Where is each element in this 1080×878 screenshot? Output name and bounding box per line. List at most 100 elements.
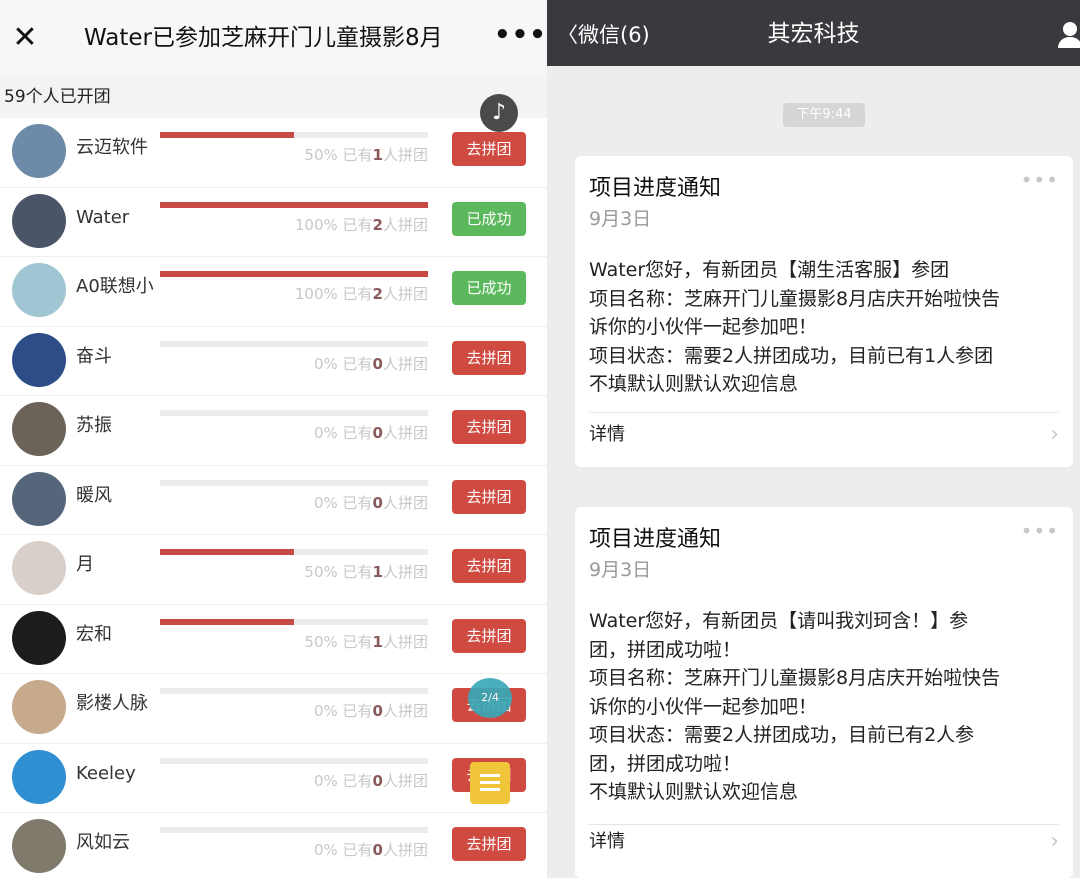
avatar [12,819,66,873]
avatar [12,749,66,804]
user-name: 暖风 [76,484,112,506]
progress-track [160,201,428,208]
chat-header: 〈微信(6) 其宏科技 [547,0,1080,66]
avatar [12,332,66,387]
message-line: 项目状态：需要2人拼团成功，目前已有2人参 [589,724,975,746]
success-button[interactable]: 已成功 [452,201,526,236]
detail-link[interactable]: 详情 [589,422,625,448]
member-count: 0 [372,771,383,790]
user-name: Keeley [76,762,136,784]
progress-prefix: 已有 [342,285,373,303]
message-more-icon[interactable]: ••• [1021,170,1059,190]
progress-percent: 50% [304,632,338,651]
progress-suffix: 人拼团 [382,215,428,234]
progress-text: 0% 已有0人拼团 [160,839,428,861]
progress-text: 50% 已有1人拼团 [160,561,428,583]
progress-percent: 0% [313,493,338,512]
progress-text: 0% 已有0人拼团 [160,770,428,792]
user-name: Water [76,206,130,228]
message-line: 团，拼团成功啦！ [589,638,742,661]
progress-text: 0% 已有0人拼团 [160,492,428,514]
avatar [12,193,66,248]
progress-fill [160,271,428,277]
close-x-icon[interactable]: ✕ [10,20,40,56]
message-card[interactable]: 项目进度通知 ••• 9月3日 Water您好，有新团员【请叫我刘珂含！】参 团… [575,507,1073,878]
progress-track [160,271,428,277]
progress-track [160,410,428,416]
music-note-icon[interactable]: ♪ [480,94,518,132]
message-date: 9月3日 [589,559,652,581]
progress-track [160,618,428,625]
message-body: Water您好，有新团员【请叫我刘珂含！】参 团，拼团成功啦！ 项目名称：芝麻开… [589,607,1059,807]
message-line: 团，拼团成功啦！ [589,752,742,775]
progress-fill [160,618,294,625]
progress-prefix: 已有 [342,702,373,720]
success-button[interactable]: 已成功 [452,271,526,305]
join-group-button[interactable]: 去拼团 [452,549,526,583]
progress-track [160,549,428,555]
list-item: 奋斗 0% 已有0人拼团 去拼团 [0,327,547,396]
progress-percent: 0% [313,702,338,720]
list-item: 暖风 0% 已有0人拼团 去拼团 [0,466,547,535]
progress-text: 100% 已有2人拼团 [160,214,428,236]
join-group-button[interactable]: 去拼团 [452,827,526,861]
join-group-button[interactable]: 去拼团 [452,479,526,514]
progress-prefix: 已有 [342,563,373,581]
progress-suffix: 人拼团 [382,563,428,581]
chat-bubble-label: 2/4 [481,691,499,704]
progress-percent: 0% [313,354,338,373]
user-name: A0联想小 [76,276,154,297]
progress-percent: 0% [313,841,338,859]
progress-text: 50% 已有1人拼团 [160,631,428,653]
progress-fill [160,132,294,138]
message-line: Water您好，有新团员【请叫我刘珂含！】参 [589,610,969,632]
progress-prefix: 已有 [342,146,373,164]
user-name: 奋斗 [76,345,112,367]
join-group-button[interactable]: 去拼团 [452,618,526,653]
right-panel: 〈微信(6) 其宏科技 下午9:44 项目进度通知 ••• 9月3日 Water… [547,0,1080,878]
progress-text: 0% 已有0人拼团 [160,700,428,722]
avatar [12,471,66,526]
document-icon[interactable] [470,762,510,804]
message-body: Water您好，有新团员【潮生活客服】参团 项目名称：芝麻开门儿童摄影8月店庆开… [589,256,1059,399]
list-item: 影楼人脉0% 已有0人拼团去拼团 [0,674,547,744]
progress-track [160,479,428,486]
progress-percent: 100% [294,215,338,234]
join-group-button[interactable]: 去拼团 [452,132,526,166]
message-line: 项目名称：芝麻开门儿童摄影8月店庆开始啦快告 [589,287,1001,310]
member-count: 0 [372,702,383,720]
chat-title: 其宏科技 [767,21,860,47]
progress-track [160,757,428,764]
progress-suffix: 人拼团 [382,146,428,164]
progress-percent: 100% [294,285,338,303]
avatar [12,610,66,665]
progress-percent: 0% [313,771,338,790]
progress-percent: 0% [313,424,338,442]
member-count: 1 [372,632,383,651]
progress-text: 100% 已有2人拼团 [160,283,428,305]
person-icon[interactable] [1055,22,1080,52]
message-title: 项目进度通知 [589,527,722,552]
progress-prefix: 已有 [342,841,373,859]
avatar [12,124,66,178]
group-count-bar: 59个人已开团 [0,76,547,118]
detail-link[interactable]: 详情 [589,829,625,855]
list-item: A0联想小 100% 已有2人拼团 已成功 [0,257,547,327]
join-group-button[interactable]: 去拼团 [452,410,526,444]
group-count-text: 59个人已开团 [4,87,111,107]
progress-text: 0% 已有0人拼团 [160,353,428,375]
chat-bubble-icon[interactable]: 2/4 [468,678,512,718]
progress-suffix: 人拼团 [382,702,428,720]
join-group-button[interactable]: 去拼团 [452,340,526,375]
more-dots-icon[interactable]: ••• [494,20,546,56]
list-item: 风如云 0% 已有0人拼团 去拼团 [0,813,547,878]
progress-percent: 50% [304,563,338,581]
list-item: Water 100% 已有2人拼团 已成功 [0,188,547,257]
progress-suffix: 人拼团 [382,285,428,303]
progress-track [160,132,428,138]
progress-prefix: 已有 [342,493,373,512]
message-card[interactable]: 项目进度通知 ••• 9月3日 Water您好，有新团员【潮生活客服】参团 项目… [575,156,1073,467]
progress-suffix: 人拼团 [382,632,428,651]
message-more-icon[interactable]: ••• [1021,521,1059,541]
progress-text: 50% 已有1人拼团 [160,144,428,166]
